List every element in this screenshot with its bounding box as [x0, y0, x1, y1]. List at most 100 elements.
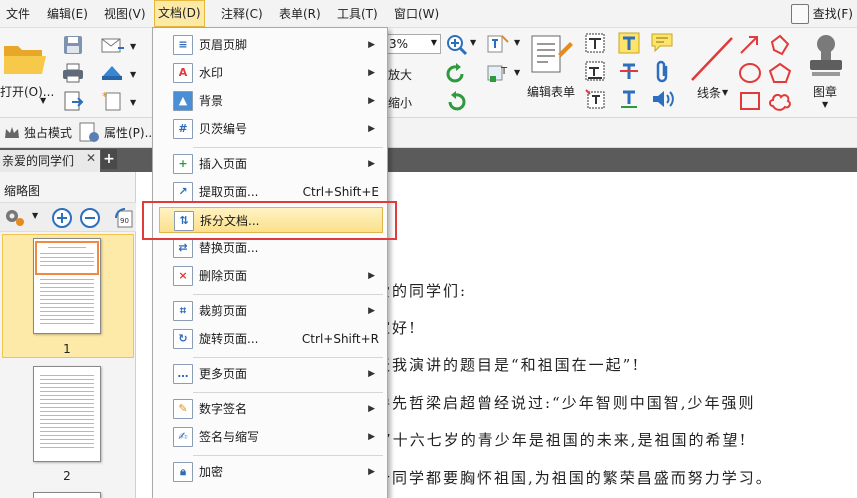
menu-item-encrypt[interactable]: 🔒︎ 加密 ▶: [159, 459, 383, 485]
split-document-icon: ⇅: [174, 211, 194, 231]
submenu-arrow-icon: ▶: [368, 124, 375, 134]
digital-signature-icon: ✎: [173, 399, 193, 419]
menu-item-watermark[interactable]: A 水印 ▶: [159, 60, 383, 86]
sticky-note-icon[interactable]: [650, 32, 676, 54]
chevron-down-icon[interactable]: ▼: [822, 100, 828, 109]
document-tab[interactable]: 亲爱的同学们: [0, 150, 100, 172]
new-tab-icon[interactable]: +: [101, 149, 117, 169]
cloud-tool-icon[interactable]: [768, 90, 792, 112]
lines-label[interactable]: 线条: [697, 84, 721, 101]
menu-document[interactable]: 文档(D): [154, 0, 205, 27]
arrow-tool-icon[interactable]: [738, 34, 762, 56]
export-icon[interactable]: [62, 90, 84, 112]
exclusive-mode-label[interactable]: 独占模式: [24, 124, 72, 141]
rotate-right-icon[interactable]: [444, 90, 468, 114]
menu-item-bates-numbering[interactable]: # 贝茨编号 ▶: [159, 116, 383, 142]
find-button[interactable]: 查找(F): [790, 0, 853, 28]
chevron-down-icon[interactable]: ▼: [514, 38, 520, 47]
pentagon-tool-icon[interactable]: [768, 62, 792, 84]
zoom-select[interactable]: 3% ▼: [385, 34, 441, 54]
edit-form-label[interactable]: 编辑表单: [527, 83, 575, 100]
form-field-icon[interactable]: T: [486, 62, 512, 86]
chevron-down-icon[interactable]: ▼: [32, 211, 38, 220]
underline-text-icon[interactable]: [618, 88, 640, 110]
document-text-line: 爵先哲梁启超曾经说过:“少年智则中国智,少年强则: [375, 394, 756, 412]
zoom-out-label[interactable]: 缩小: [388, 94, 412, 111]
zoom-in-label[interactable]: 放大: [388, 66, 412, 83]
chevron-down-icon[interactable]: ▼: [722, 88, 728, 97]
menu-item-split-document[interactable]: ⇅ 拆分文档...: [159, 207, 383, 233]
menu-item-header-footer[interactable]: ≡ 页眉页脚 ▶: [159, 32, 383, 58]
strikeout-text-icon[interactable]: [618, 60, 640, 82]
ellipse-tool-icon[interactable]: [738, 62, 762, 84]
rotate-90-icon[interactable]: 90: [113, 206, 137, 230]
open-folder-icon[interactable]: [2, 36, 48, 78]
chevron-down-icon[interactable]: ▼: [514, 68, 520, 77]
chevron-down-icon[interactable]: ▼: [130, 98, 136, 107]
menu-item-crop-pages[interactable]: ⌗ 裁剪页面 ▶: [159, 298, 383, 324]
gear-icon[interactable]: [3, 207, 29, 229]
document-text-line: !”十六七岁的青少年是祖国的未来,是祖国的希望!: [375, 431, 748, 449]
page-number-1: 1: [63, 342, 71, 356]
menu-item-extract-pages[interactable]: ↗ 提取页面... Ctrl+Shift+E: [159, 179, 383, 205]
sound-icon[interactable]: [650, 88, 676, 110]
submenu-arrow-icon: ▶: [368, 467, 375, 477]
menu-window[interactable]: 窗口(W): [391, 0, 442, 28]
email-icon[interactable]: [100, 34, 126, 56]
zoom-out-icon[interactable]: [79, 207, 101, 229]
sign-initials-icon: ✍: [173, 427, 193, 447]
zoom-in-icon[interactable]: [51, 207, 73, 229]
properties-label[interactable]: 属性(P)...: [104, 124, 156, 141]
page-thumbnail-3[interactable]: [33, 492, 101, 498]
menu-item-rotate-pages[interactable]: ↻ 旋转页面... Ctrl+Shift+R: [159, 326, 383, 352]
menu-file[interactable]: 文件: [3, 0, 33, 28]
chevron-down-icon[interactable]: ▼: [470, 38, 476, 47]
document-text-line: 个同学都要胸怀祖国,为祖国的繁荣昌盛而努力学习。: [375, 469, 773, 487]
chevron-down-icon[interactable]: ▼: [40, 96, 46, 105]
document-menu-dropdown: ≡ 页眉页脚 ▶ A 水印 ▶ ▲ 背景 ▶ # 贝茨编号 ▶ + 插入页面 ▶…: [152, 27, 388, 498]
typewriter-icon[interactable]: [618, 32, 640, 54]
menu-item-more-pages[interactable]: … 更多页面 ▶: [159, 361, 383, 387]
page-thumbnail-2[interactable]: [33, 366, 101, 462]
zoom-in-icon[interactable]: [446, 34, 468, 56]
menu-form[interactable]: 表单(R): [276, 0, 324, 28]
close-icon[interactable]: ✕: [86, 151, 96, 165]
properties-icon[interactable]: [78, 121, 102, 145]
text-select-icon[interactable]: [486, 32, 512, 56]
menu-comment[interactable]: 注释(C): [218, 0, 266, 28]
menu-item-label: 拆分文档...: [200, 214, 260, 228]
text-box-icon[interactable]: [584, 32, 606, 54]
callout-text-icon[interactable]: [584, 88, 606, 110]
menu-item-digital-signature[interactable]: ✎ 数字签名 ▶: [159, 396, 383, 422]
line-tool-icon[interactable]: [688, 34, 736, 84]
menu-view[interactable]: 视图(V): [101, 0, 149, 28]
menu-item-label: 提取页面...: [199, 185, 259, 199]
text-field-icon[interactable]: [584, 60, 606, 82]
menu-tools[interactable]: 工具(T): [334, 0, 381, 28]
page-thumbnail-1[interactable]: [33, 238, 101, 334]
menu-edit[interactable]: 编辑(E): [44, 0, 91, 28]
stamp-label[interactable]: 图章: [813, 83, 837, 100]
chevron-down-icon[interactable]: ▼: [130, 42, 136, 51]
menu-item-shortcut: Ctrl+Shift+R: [301, 332, 379, 346]
stamp-icon[interactable]: [806, 32, 846, 80]
menu-item-replace-pages[interactable]: ⇄ 替换页面...: [159, 235, 383, 261]
menu-item-sign-initials[interactable]: ✍ 签名与缩写 ▶: [159, 424, 383, 450]
scan-icon[interactable]: [100, 62, 126, 84]
more-pages-icon: …: [173, 364, 193, 384]
menu-item-label: 背景: [199, 94, 224, 108]
new-document-icon[interactable]: *: [100, 90, 126, 112]
save-icon[interactable]: [62, 34, 84, 56]
menu-item-label: 数字签名: [199, 402, 248, 416]
rectangle-tool-icon[interactable]: [738, 90, 762, 112]
menu-item-delete-pages[interactable]: × 删除页面 ▶: [159, 263, 383, 289]
menu-item-background[interactable]: ▲ 背景 ▶: [159, 88, 383, 114]
edit-form-icon[interactable]: [528, 34, 574, 80]
watermark-icon: A: [173, 63, 193, 83]
rotate-left-icon[interactable]: [444, 62, 468, 86]
chevron-down-icon[interactable]: ▼: [130, 70, 136, 79]
menu-item-insert-pages[interactable]: + 插入页面 ▶: [159, 151, 383, 177]
print-icon[interactable]: [62, 62, 84, 84]
polygon-tool-icon[interactable]: [768, 34, 792, 56]
attachment-icon[interactable]: [652, 60, 674, 84]
